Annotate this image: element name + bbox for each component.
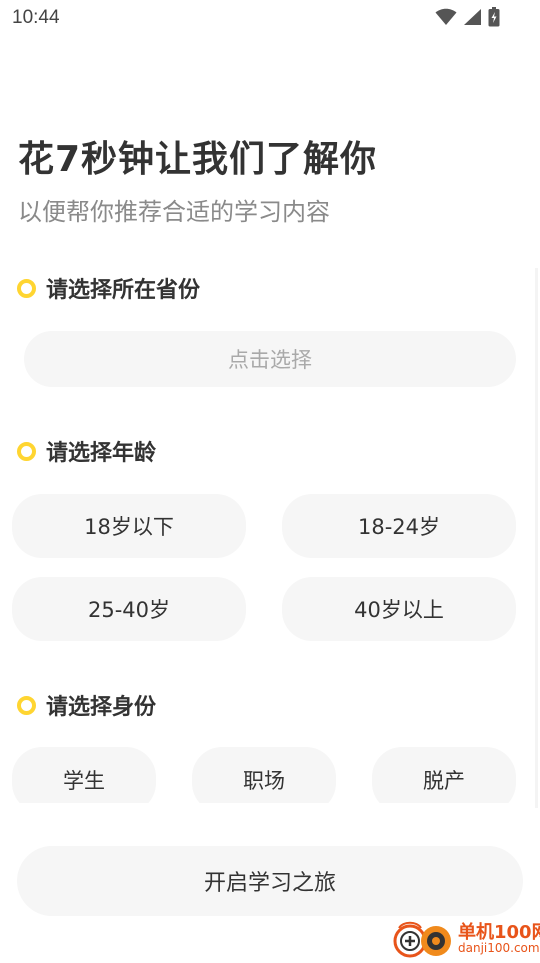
identity-option-full-time-study[interactable]: 脱产 bbox=[372, 747, 516, 803]
status-time: 10:44 bbox=[12, 7, 60, 28]
province-select-button[interactable]: 点击选择 bbox=[24, 331, 516, 387]
age-option-under-18[interactable]: 18岁以下 bbox=[12, 494, 246, 558]
age-heading-label: 请选择年龄 bbox=[46, 441, 157, 466]
start-learning-button[interactable]: 开启学习之旅 bbox=[17, 846, 523, 916]
battery-icon bbox=[488, 7, 500, 27]
watermark-url: danji100.com bbox=[458, 941, 540, 955]
identity-option-label: 职场 bbox=[243, 769, 285, 793]
age-option-label: 25-40岁 bbox=[87, 598, 171, 622]
identity-option-label: 脱产 bbox=[423, 769, 465, 793]
signal-icon bbox=[463, 8, 482, 26]
province-heading-label: 请选择所在省份 bbox=[46, 278, 201, 303]
watermark: 单机100网 danji100.com bbox=[389, 915, 540, 960]
age-option-label: 18岁以下 bbox=[84, 515, 174, 539]
bullet-ring-icon bbox=[17, 695, 36, 715]
age-option-over-40[interactable]: 40岁以上 bbox=[282, 577, 516, 641]
age-option-25-40[interactable]: 25-40岁 bbox=[12, 577, 246, 641]
bullet-ring-icon bbox=[17, 441, 36, 461]
age-option-label: 40岁以上 bbox=[354, 598, 444, 622]
identity-option-student[interactable]: 学生 bbox=[12, 747, 156, 803]
identity-section-heading: 请选择身份 bbox=[17, 689, 156, 721]
status-bar: 10:44 bbox=[0, 0, 540, 36]
status-icons bbox=[435, 7, 500, 27]
identity-option-label: 学生 bbox=[63, 769, 105, 793]
age-section-heading: 请选择年龄 bbox=[17, 435, 156, 467]
page-title: 花7秒钟让我们了解你 bbox=[18, 139, 378, 180]
bullet-ring-icon bbox=[17, 278, 36, 298]
identity-option-workplace[interactable]: 职场 bbox=[192, 747, 336, 803]
page-subtitle: 以便帮你推荐合适的学习内容 bbox=[18, 198, 330, 226]
age-option-18-24[interactable]: 18-24岁 bbox=[282, 494, 516, 558]
province-placeholder: 点击选择 bbox=[228, 348, 312, 372]
province-section-heading: 请选择所在省份 bbox=[17, 272, 200, 304]
age-option-label: 18-24岁 bbox=[357, 515, 441, 539]
identity-options-list: 学生 职场 脱产 bbox=[0, 740, 540, 803]
watermark-logo-icon bbox=[391, 919, 455, 963]
wifi-icon bbox=[435, 8, 457, 26]
scrollbar[interactable] bbox=[535, 268, 538, 808]
identity-heading-label: 请选择身份 bbox=[46, 695, 157, 720]
start-learning-label: 开启学习之旅 bbox=[203, 871, 336, 896]
